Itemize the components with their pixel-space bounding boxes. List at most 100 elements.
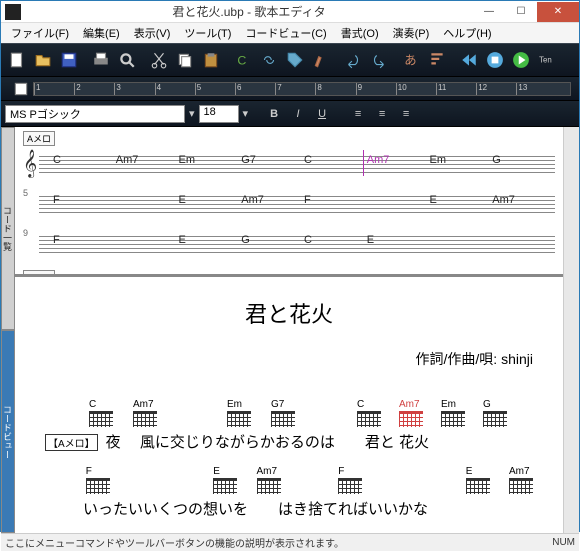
chord-diagram[interactable]: Am7 bbox=[257, 466, 281, 494]
maximize-button[interactable]: ☐ bbox=[505, 2, 537, 22]
undo-button[interactable] bbox=[341, 48, 365, 72]
chord-label[interactable]: Am7 bbox=[367, 154, 430, 166]
menu-tool[interactable]: ツール(T) bbox=[178, 23, 237, 43]
cut-button[interactable] bbox=[147, 48, 171, 72]
chord-label[interactable]: C bbox=[53, 154, 116, 166]
chord-label[interactable]: Am7 bbox=[492, 194, 555, 206]
new-button[interactable] bbox=[5, 48, 29, 72]
chord-diagram[interactable]: G7 bbox=[271, 399, 295, 427]
lang-button[interactable]: あ bbox=[399, 48, 423, 72]
open-button[interactable] bbox=[31, 48, 55, 72]
section-label: Aメロ bbox=[23, 131, 55, 146]
menu-chordview[interactable]: コードビュー(C) bbox=[239, 23, 332, 43]
chord-diagram[interactable]: G bbox=[483, 399, 507, 427]
ruler-left-icon[interactable] bbox=[9, 77, 33, 101]
save-button[interactable] bbox=[57, 48, 81, 72]
chord-diagram[interactable]: F bbox=[86, 466, 110, 494]
align-left-button[interactable]: ≡ bbox=[348, 105, 368, 123]
menu-file[interactable]: ファイル(F) bbox=[5, 23, 75, 43]
chord-diagram[interactable]: Am7 bbox=[509, 466, 533, 494]
rewind-button[interactable] bbox=[457, 48, 481, 72]
ruler-tick: 7 bbox=[275, 83, 281, 95]
tempo-button[interactable]: Ten bbox=[535, 48, 559, 72]
ruler-tick: 1 bbox=[34, 83, 40, 95]
copy-button[interactable] bbox=[173, 48, 197, 72]
chord-label[interactable]: Em bbox=[179, 154, 242, 166]
chord-label[interactable]: E bbox=[367, 234, 430, 246]
chord-label[interactable]: F bbox=[53, 234, 116, 246]
sidetab-chord-view[interactable]: コードビュー bbox=[1, 330, 15, 533]
chord-diagram[interactable]: E bbox=[466, 466, 490, 494]
chord-diagram[interactable]: F bbox=[338, 466, 362, 494]
fretboard-icon bbox=[338, 478, 362, 494]
minimize-button[interactable]: — bbox=[473, 2, 505, 22]
link-button[interactable] bbox=[257, 48, 281, 72]
font-size-select[interactable]: 18 bbox=[199, 105, 239, 123]
fretboard-icon bbox=[89, 411, 113, 427]
chord-label[interactable] bbox=[116, 234, 179, 246]
chord-c-button[interactable]: C bbox=[231, 48, 255, 72]
redo-button[interactable] bbox=[367, 48, 391, 72]
chord-diagram[interactable]: Am7 bbox=[133, 399, 157, 427]
chord-label[interactable]: E bbox=[179, 234, 242, 246]
menu-format[interactable]: 書式(O) bbox=[335, 23, 385, 43]
chord-label[interactable]: G bbox=[241, 234, 304, 246]
chord-diagram[interactable]: Em bbox=[441, 399, 465, 427]
menu-help[interactable]: ヘルプ(H) bbox=[437, 23, 497, 43]
chord-label[interactable]: F bbox=[304, 194, 367, 206]
chord-diagram[interactable]: E bbox=[213, 466, 237, 494]
stop-button[interactable] bbox=[483, 48, 507, 72]
dropdown-icon[interactable]: ▾ bbox=[243, 107, 249, 120]
vertical-scrollbar[interactable] bbox=[563, 127, 579, 533]
chord-diagram[interactable]: Am7 bbox=[399, 399, 423, 427]
chord-label[interactable]: G bbox=[492, 154, 555, 166]
chord-name: Em bbox=[227, 399, 242, 410]
score-panel[interactable]: Aメロ 𝄞CAm7EmG7CAm7EmG5FEAm7FEAm79FEGCE Bメ… bbox=[15, 127, 563, 277]
statusbar: ここにメニューコマンドやツールバーボタンの機能の説明が表示されます。 NUM bbox=[1, 533, 579, 551]
chord-label[interactable]: C bbox=[304, 234, 367, 246]
fretboard-icon bbox=[441, 411, 465, 427]
fretboard-icon bbox=[357, 411, 381, 427]
menu-play[interactable]: 演奏(P) bbox=[387, 23, 436, 43]
chord-label[interactable] bbox=[116, 194, 179, 206]
menu-view[interactable]: 表示(V) bbox=[128, 23, 177, 43]
chord-diagram[interactable]: C bbox=[357, 399, 381, 427]
print-button[interactable] bbox=[89, 48, 113, 72]
fretboard-icon bbox=[133, 411, 157, 427]
close-button[interactable]: ✕ bbox=[537, 2, 579, 22]
chord-name: C bbox=[89, 399, 96, 410]
chord-label[interactable]: E bbox=[179, 194, 242, 206]
menubar: ファイル(F) 編集(E) 表示(V) ツール(T) コードビュー(C) 書式(… bbox=[1, 23, 579, 43]
chord-label[interactable]: F bbox=[53, 194, 116, 206]
chord-label[interactable]: E bbox=[430, 194, 493, 206]
marker-button[interactable] bbox=[309, 48, 333, 72]
bold-button[interactable]: B bbox=[264, 105, 284, 123]
align-center-button[interactable]: ≡ bbox=[372, 105, 392, 123]
sidetab-chord-list[interactable]: コード一覧 bbox=[1, 127, 15, 330]
chord-label[interactable]: Am7 bbox=[116, 154, 179, 166]
play-button[interactable] bbox=[509, 48, 533, 72]
underline-button[interactable]: U bbox=[312, 105, 332, 123]
italic-button[interactable]: I bbox=[288, 105, 308, 123]
chord-diagram[interactable]: Em bbox=[227, 399, 251, 427]
font-name-select[interactable]: MS Pゴシック bbox=[5, 105, 185, 123]
ruler-tick: 9 bbox=[356, 83, 362, 95]
preview-button[interactable] bbox=[115, 48, 139, 72]
tag-button[interactable] bbox=[283, 48, 307, 72]
chord-label[interactable]: C bbox=[304, 154, 367, 166]
chord-label[interactable]: G7 bbox=[241, 154, 304, 166]
chord-label[interactable]: Em bbox=[430, 154, 493, 166]
paste-button[interactable] bbox=[199, 48, 223, 72]
chord-diagram[interactable]: C bbox=[89, 399, 113, 427]
lyrics-panel[interactable]: 君と花火 作詞/作曲/唄: shinji CAm7EmG7CAm7EmG 【Aメ… bbox=[15, 277, 563, 533]
chord-label[interactable]: Am7 bbox=[241, 194, 304, 206]
menu-edit[interactable]: 編集(E) bbox=[77, 23, 126, 43]
dropdown-icon[interactable]: ▾ bbox=[189, 107, 195, 120]
chord-label[interactable] bbox=[367, 194, 430, 206]
chord-label[interactable] bbox=[492, 234, 555, 246]
sort-button[interactable] bbox=[425, 48, 449, 72]
ruler-track[interactable]: 12345678910111213 bbox=[33, 82, 571, 96]
align-right-button[interactable]: ≡ bbox=[396, 105, 416, 123]
chord-label[interactable] bbox=[430, 234, 493, 246]
credit-line: 作詞/作曲/唄: shinji bbox=[45, 349, 533, 369]
